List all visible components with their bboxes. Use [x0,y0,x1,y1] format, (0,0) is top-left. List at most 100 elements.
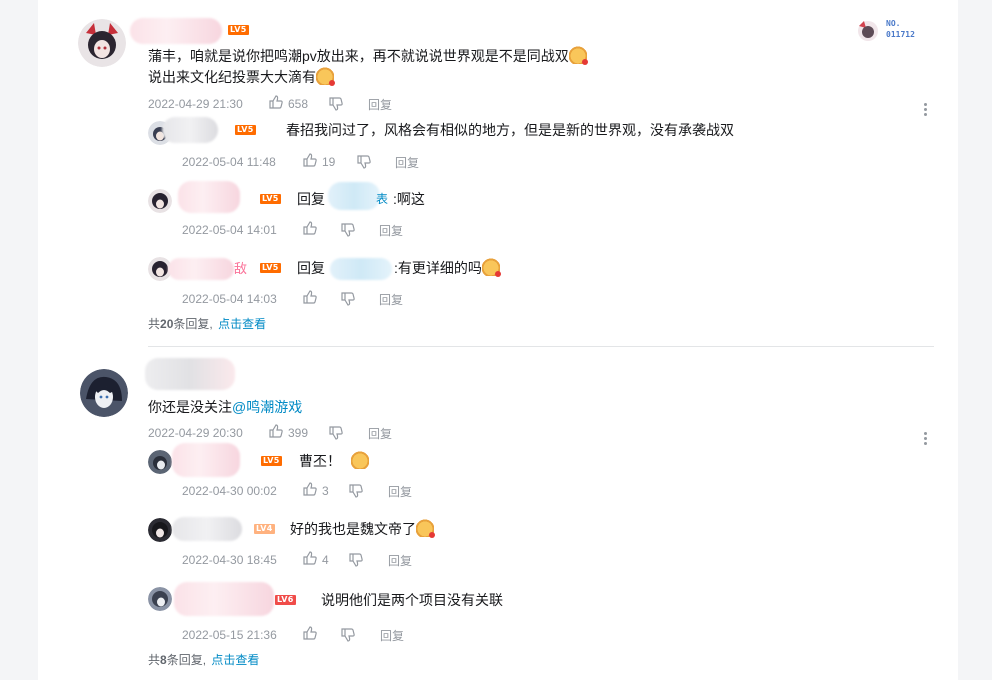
avatar[interactable] [148,587,172,611]
username-blurred[interactable] [172,443,240,477]
reply-button[interactable]: 回复 [380,627,404,644]
reply-target-suffix[interactable]: 表 [376,189,388,209]
reply-text: 春招我问过了，风格会有相似的地方，但是是新的世界观，没有承袭战双 [286,122,734,138]
level-badge: LV5 [261,456,282,466]
summary-suffix: 条回复, [173,317,213,331]
username-blurred[interactable] [162,117,218,143]
avatar[interactable] [148,450,172,474]
avatar[interactable] [78,19,126,67]
fan-badge-icon [858,21,878,41]
username-blurred[interactable] [174,582,274,616]
username-blurred[interactable] [178,181,240,213]
reply-text: 好的我也是魏文帝了 [290,519,435,539]
thumbs-up-icon[interactable] [302,152,318,168]
fan-badge: NO. 011712 [856,18,926,42]
view-replies-link[interactable]: 点击查看 [218,317,266,331]
avatar[interactable] [148,189,172,213]
reply-button[interactable]: 回复 [368,425,392,442]
thumbs-up-icon[interactable] [302,481,318,497]
username-blurred[interactable] [130,18,222,44]
comment-time: 2022-04-29 21:30 [148,97,243,111]
cat-emoji-icon [350,451,369,469]
more-vertical-icon[interactable] [924,432,928,446]
reply-text-content: 曹丕！ [299,453,341,469]
divider [148,346,934,347]
reply-prefix: 回复 [297,191,325,207]
thumbs-up-icon[interactable] [302,550,318,566]
summary-prefix: 共 [148,653,161,667]
summary-count: 8 [160,653,167,667]
comment-text-prefix: 你还是没关注 [148,399,232,415]
level-badge: LV5 [260,263,281,273]
thumbs-up-icon[interactable] [268,423,284,439]
reply-text: :啊这 [393,191,425,207]
thumbs-down-icon[interactable] [340,627,356,643]
reply-time: 2022-04-30 00:02 [182,484,277,498]
thumbs-down-icon[interactable] [328,425,344,441]
reply-time: 2022-05-04 14:01 [182,223,277,237]
username-blurred[interactable] [168,258,234,280]
level-badge: LV6 [275,595,296,605]
reply-button[interactable]: 回复 [368,96,392,113]
comment-time: 2022-04-29 20:30 [148,426,243,440]
reply-button[interactable]: 回复 [388,552,412,569]
more-vertical-icon[interactable] [924,103,928,117]
summary-suffix: 条回复, [166,653,207,667]
summary-prefix: 共 [148,317,161,331]
level-badge: LV5 [235,125,256,135]
like-count: 3 [322,484,329,498]
reply-target-blurred[interactable] [328,182,380,210]
reply-prefix: 回复 [297,260,325,276]
like-count: 399 [288,426,309,440]
cat-emoji-icon [316,67,335,86]
comment-text-line: 说出来文化纪投票大大滴有 [148,69,316,85]
thumbs-down-icon[interactable] [340,291,356,307]
reply-text-content: 好的我也是魏文帝了 [290,521,416,537]
username-blurred[interactable] [145,358,235,390]
level-badge: LV4 [254,524,275,534]
reply-summary: 共8条回复, 点击查看 [148,652,259,668]
comment-panel: LV5 NO. 011712 蒲丰，咱就是说你把鸣潮pv放出来，再不就说说世界观… [38,0,958,680]
reply-target-blurred[interactable] [330,258,392,280]
reply-time: 2022-04-30 18:45 [182,553,277,567]
fan-badge-number: 011712 [886,30,915,39]
level-badge: LV5 [260,194,281,204]
reply-text: 曹丕！ [299,451,369,471]
reply-time: 2022-05-15 21:36 [182,628,277,642]
username-blurred[interactable] [172,517,242,541]
like-count: 19 [322,155,336,169]
reply-button[interactable]: 回复 [388,483,412,500]
thumbs-down-icon[interactable] [328,96,344,112]
comment-text-line: 蒲丰，咱就是说你把鸣潮pv放出来，再不就说说世界观是不是同战双 [148,48,569,64]
fan-badge-prefix: NO. [886,19,901,28]
reply-button[interactable]: 回复 [395,154,419,171]
reply-button[interactable]: 回复 [379,222,403,239]
view-replies-link[interactable]: 点击查看 [211,653,259,667]
thumbs-down-icon[interactable] [348,483,364,499]
thumbs-up-icon[interactable] [302,289,318,305]
thumbs-down-icon[interactable] [340,222,356,238]
like-count: 4 [322,553,329,567]
avatar[interactable] [80,369,128,417]
thumbs-up-icon[interactable] [302,220,318,236]
thumbs-down-icon[interactable] [348,552,364,568]
reply-time: 2022-05-04 14:03 [182,292,277,306]
comment-text: 说出来文化纪投票大大滴有 [148,67,335,87]
avatar[interactable] [148,518,172,542]
thumbs-up-icon[interactable] [268,94,284,110]
cat-emoji-icon [481,258,501,277]
reply-time: 2022-05-04 11:48 [182,155,276,169]
summary-count: 20 [160,317,174,331]
thumbs-down-icon[interactable] [356,154,372,170]
level-badge: LV5 [228,25,249,35]
mention-link[interactable]: @鸣潮游戏 [232,399,302,415]
like-count: 658 [288,97,309,111]
reply-text: 说明他们是两个项目没有关联 [321,592,503,608]
thumbs-up-icon[interactable] [302,625,318,641]
reply-text: :有更详细的吗 [394,258,501,278]
reply-button[interactable]: 回复 [379,291,403,308]
cat-emoji-icon [568,46,588,65]
comment-text: 蒲丰，咱就是说你把鸣潮pv放出来，再不就说说世界观是不是同战双 [148,46,588,66]
username-suffix[interactable]: 敌 [234,259,247,279]
comment-text: 你还是没关注@鸣潮游戏 [148,397,302,417]
